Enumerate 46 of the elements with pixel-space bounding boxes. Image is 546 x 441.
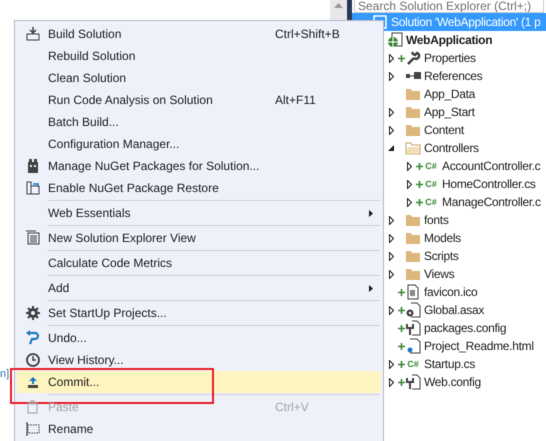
- expand-arrow-icon[interactable]: [388, 306, 394, 314]
- rename-icon: [24, 421, 40, 437]
- search-field[interactable]: Search Solution Explorer (Ctrl+;): [354, 0, 544, 13]
- folder-icon: [405, 230, 421, 246]
- clock-icon: [24, 352, 40, 368]
- clipboard-arrow-icon: [24, 180, 40, 196]
- build-icon: [24, 26, 40, 42]
- plus-icon: [398, 378, 404, 386]
- plus-icon: [398, 54, 404, 62]
- gear-file-icon: [405, 302, 421, 318]
- code-text: n]: [0, 369, 10, 380]
- plus-icon: [416, 198, 422, 206]
- collapse-arrow-icon[interactable]: [388, 145, 394, 151]
- plus-icon: [416, 180, 422, 188]
- config-file-icon: [405, 374, 421, 390]
- plus-icon: [398, 306, 404, 314]
- clipboard-icon: [24, 399, 40, 415]
- folder-icon: [405, 248, 421, 264]
- folder-icon: [405, 104, 421, 120]
- wrench-icon: [405, 50, 421, 66]
- undo-icon: [24, 330, 40, 346]
- folder-icon: [405, 212, 421, 228]
- window-list-icon: [24, 230, 40, 246]
- plus-icon: [398, 288, 404, 296]
- file-type-label: C#: [425, 198, 437, 206]
- open-folder-icon: [405, 140, 421, 156]
- file-type-label: C#: [425, 180, 437, 188]
- file-type-label: C#: [407, 360, 419, 368]
- folder-icon: [405, 86, 421, 102]
- shortcut-text: Ctrl+V: [275, 399, 310, 416]
- plus-icon: [398, 360, 404, 368]
- folder-icon: [405, 266, 421, 282]
- plus-icon: [398, 342, 404, 350]
- config-file-icon: [405, 320, 421, 336]
- folder-icon: [405, 122, 421, 138]
- plus-icon: [398, 324, 404, 332]
- menu-item[interactable]: Rename: [17, 418, 381, 440]
- shortcut-text: Ctrl+Shift+B: [275, 26, 341, 43]
- image-file-icon: [405, 284, 421, 300]
- globe-icon: [387, 32, 403, 48]
- plus-icon: [416, 162, 422, 170]
- gear-icon: [24, 305, 40, 321]
- html-file-icon: [405, 338, 421, 354]
- menu-item[interactable]: Commit...: [17, 371, 381, 393]
- shortcut-text: Alt+F11: [275, 92, 317, 109]
- file-type-label: C#: [425, 162, 437, 170]
